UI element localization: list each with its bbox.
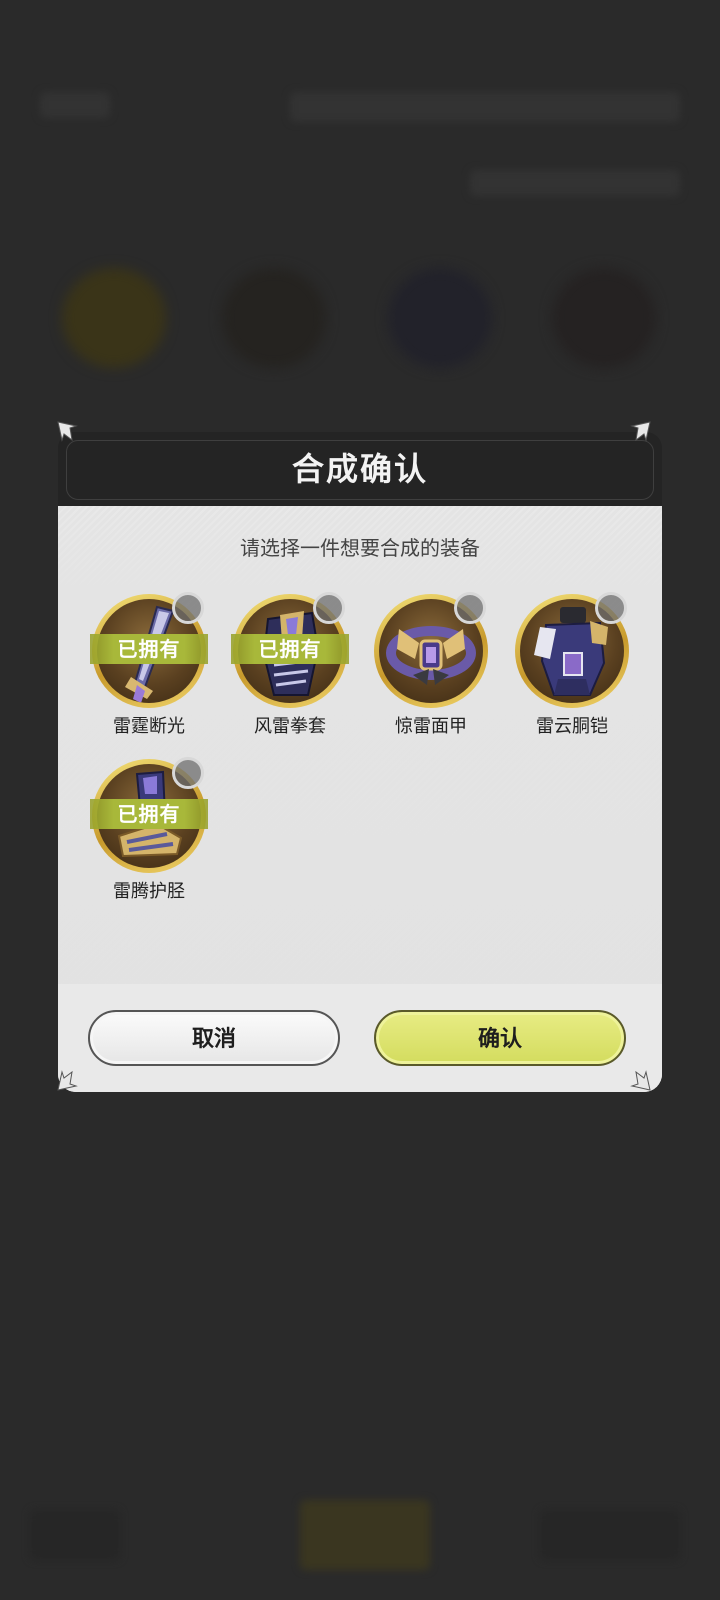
corner-ornament-icon [630,420,652,442]
item-name: 惊雷面甲 [395,716,467,737]
dialog-title: 合成确认 [291,450,428,488]
select-radio[interactable] [454,592,486,624]
corner-ornament-icon [56,420,78,442]
corner-ornament-icon [56,1070,78,1092]
cancel-button[interactable]: 取消 [88,1010,340,1066]
item-name: 风雷拳套 [254,716,326,737]
owned-badge: 已拥有 [90,799,208,829]
confirm-button[interactable]: 确认 [374,1010,626,1066]
item-name: 雷霆断光 [113,716,185,737]
select-radio[interactable] [313,592,345,624]
equipment-item[interactable]: 雷云胴铠 [515,592,635,754]
equipment-item[interactable]: 已拥有 风雷拳套 [231,592,353,754]
equipment-item[interactable]: 惊雷面甲 [374,592,494,754]
owned-badge: 已拥有 [231,634,349,664]
dialog-subtitle: 请选择一件想要合成的装备 [240,536,480,560]
select-radio[interactable] [595,592,627,624]
equipment-item[interactable]: 已拥有 雷霆断光 [90,592,212,754]
equipment-item[interactable]: 已拥有 雷腾护胫 [90,757,212,919]
select-radio[interactable] [172,757,204,789]
corner-ornament-icon [630,1070,652,1092]
dialog-header: 合成确认 [58,432,662,506]
owned-badge: 已拥有 [90,634,208,664]
item-name: 雷腾护胫 [113,881,185,902]
select-radio[interactable] [172,592,204,624]
item-name: 雷云胴铠 [536,716,608,737]
